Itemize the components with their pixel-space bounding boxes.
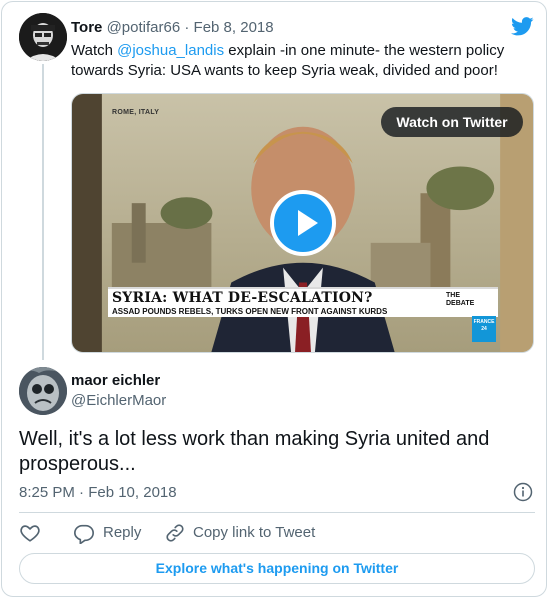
reply-button[interactable]: Reply	[73, 521, 163, 545]
copy-link-label: Copy link to Tweet	[193, 524, 316, 541]
quoted-author-handle[interactable]: @potifar66	[107, 19, 181, 36]
tweet-embed-card: Tore @potifar66 · Feb 8, 2018 Watch @jos…	[1, 1, 547, 597]
info-icon[interactable]	[513, 482, 533, 502]
mention-link[interactable]: @joshua_landis	[117, 42, 224, 59]
quoted-tweet-text: Watch @joshua_landis explain -in one min…	[71, 41, 539, 81]
reply-timestamp[interactable]: 8:25 PM · Feb 10, 2018	[19, 484, 177, 502]
reply-author-avatar[interactable]	[19, 367, 67, 415]
quoted-author-name[interactable]: Tore	[71, 19, 102, 36]
quoted-tweet-date[interactable]: Feb 8, 2018	[194, 19, 274, 36]
reply-tweet-text: Well, it's a lot less work than making S…	[19, 428, 490, 475]
video-location-label: ROME, ITALY	[112, 109, 160, 116]
reply-author-name[interactable]: maor eichler	[71, 372, 160, 390]
quoted-author-avatar[interactable]	[19, 13, 67, 61]
news-subheadline: ASSAD POUNDS REBELS, TURKS OPEN NEW FRON…	[112, 307, 388, 316]
tweet-text-prefix: Watch	[71, 42, 118, 59]
copy-link-button[interactable]: Copy link to Tweet	[164, 521, 364, 545]
channel-logo: FRANCE 24	[472, 316, 496, 342]
like-button[interactable]	[19, 521, 43, 545]
show-logo: THE DEBATE	[446, 292, 474, 308]
channel-logo-line2: 24	[481, 326, 487, 332]
reply-icon	[74, 524, 94, 544]
play-icon	[298, 210, 318, 236]
heart-icon	[20, 525, 40, 542]
explore-twitter-button[interactable]: Explore what's happening on Twitter	[19, 553, 535, 584]
news-headline: SYRIA: WHAT DE-ESCALATION?	[112, 290, 373, 306]
thread-connector-line	[42, 64, 44, 360]
play-button[interactable]	[270, 190, 336, 256]
actions-divider	[19, 512, 535, 513]
link-icon	[166, 524, 184, 542]
reply-author-handle[interactable]: @EichlerMaor	[71, 392, 166, 410]
channel-logo-line1: FRANCE	[473, 319, 495, 325]
show-logo-line1: THE	[446, 292, 460, 299]
quoted-tweet-header: Tore @potifar66 · Feb 8, 2018	[71, 19, 274, 37]
video-thumbnail[interactable]: ROME, ITALY Watch on Twitter SYRIA: WHAT…	[71, 93, 534, 353]
news-lower-third: SYRIA: WHAT DE-ESCALATION? ASSAD POUNDS …	[108, 287, 498, 317]
reply-label: Reply	[103, 524, 142, 541]
meta-separator: ·	[184, 19, 190, 36]
watch-on-twitter-button[interactable]: Watch on Twitter	[381, 107, 523, 137]
twitter-bird-icon[interactable]	[511, 17, 534, 36]
show-logo-line2: DEBATE	[446, 300, 475, 307]
